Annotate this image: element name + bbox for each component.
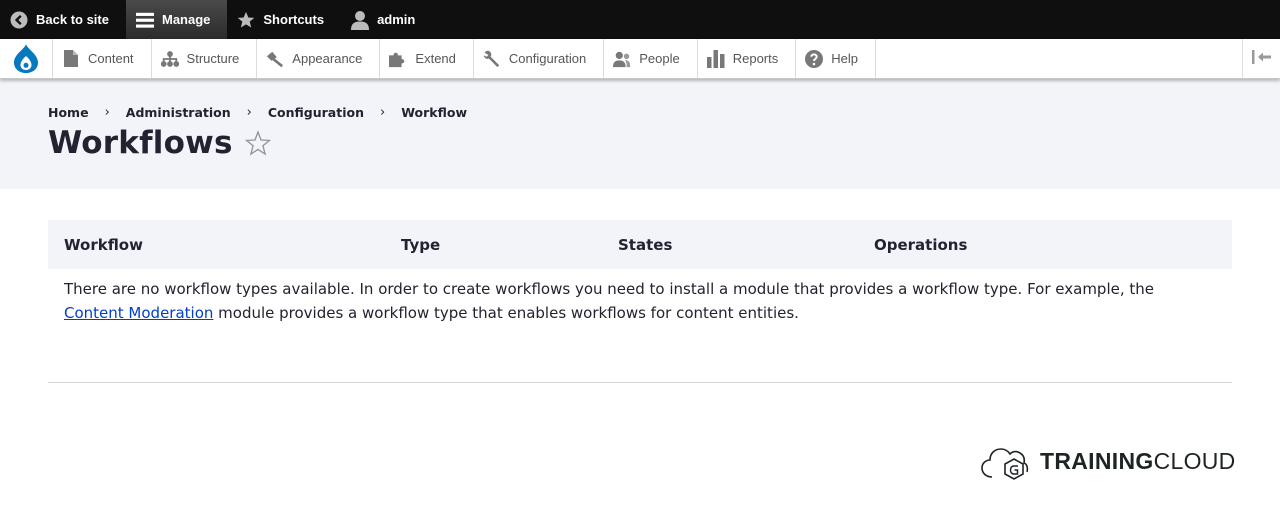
cloud-logo-icon (981, 448, 1029, 480)
tray-item-structure[interactable]: Structure (152, 39, 258, 78)
breadcrumb-configuration[interactable]: Configuration (268, 105, 364, 120)
back-to-site-link[interactable]: Back to site (0, 0, 126, 39)
star-icon (237, 11, 255, 29)
tray-spacer (876, 39, 1242, 78)
column-header-workflow: Workflow (64, 236, 143, 254)
breadcrumb-workflow[interactable]: Workflow (401, 105, 467, 120)
breadcrumb-home[interactable]: Home (48, 105, 89, 120)
user-tab[interactable]: admin (341, 0, 432, 39)
tray-item-label: Appearance (292, 51, 363, 66)
brand-name-bold: TRAINING (1040, 447, 1154, 474)
bar-chart-icon (706, 49, 725, 68)
page-title: Workflows (48, 125, 233, 161)
help-icon (805, 49, 824, 68)
user-icon (351, 10, 370, 30)
wrench-icon (483, 50, 501, 68)
column-header-type: Type (401, 236, 441, 254)
brand-name-light: CLOUD (1153, 447, 1236, 474)
page-header: Home › Administration › Configuration › … (0, 79, 1280, 189)
breadcrumb-separator-icon: › (246, 105, 252, 120)
manage-tab[interactable]: Manage (125, 0, 228, 39)
puzzle-icon (389, 50, 407, 68)
collapse-arrow-icon (1251, 49, 1272, 68)
table-empty-row: There are no workflow types available. I… (48, 269, 1232, 383)
tray-item-label: People (639, 51, 680, 66)
tray-item-label: Content (88, 51, 134, 66)
empty-message-text-end: module provides a workflow type that ena… (213, 304, 799, 322)
user-label: admin (377, 12, 416, 27)
hamburger-icon (135, 11, 154, 29)
tray-item-label: Configuration (508, 51, 587, 66)
shortcuts-label: Shortcuts (263, 12, 325, 27)
tray-item-people[interactable]: People (604, 39, 698, 78)
tray-item-label: Reports (732, 51, 779, 66)
breadcrumb-separator-icon: › (379, 105, 386, 120)
paintbrush-icon (266, 50, 284, 68)
tray-item-extend[interactable]: Extend (380, 39, 474, 78)
breadcrumb-separator-icon: › (104, 105, 110, 120)
shortcuts-tab[interactable]: Shortcuts (227, 0, 341, 39)
back-arrow-icon (10, 11, 28, 29)
tray-item-content[interactable]: Content (53, 39, 152, 78)
tray-item-label: Help (831, 51, 858, 66)
column-header-operations: Operations (874, 236, 968, 254)
training-cloud-logo: TRAININGCLOUD (980, 441, 1236, 481)
manage-label: Manage (161, 12, 211, 27)
admin-tray: Content Structure Appearance Extend Conf… (0, 39, 1280, 79)
content-moderation-link[interactable]: Content Moderation (64, 304, 213, 322)
admin-toolbar: Back to site Manage Shortcuts admin (0, 0, 1280, 39)
tray-item-appearance[interactable]: Appearance (257, 39, 381, 78)
empty-message-text: There are no workflow types available. I… (64, 280, 1154, 298)
tray-item-configuration[interactable]: Configuration (474, 39, 605, 78)
page-title-row: Workflows (48, 125, 271, 161)
add-shortcut-star-icon[interactable] (244, 130, 271, 156)
table-header: Workflow Type States Operations (48, 220, 1232, 269)
tray-item-reports[interactable]: Reports (698, 39, 797, 78)
brand-name: TRAININGCLOUD (1040, 448, 1236, 475)
people-icon (613, 50, 631, 68)
drupal-logo[interactable] (0, 39, 53, 78)
sitemap-icon (160, 50, 179, 68)
tray-item-label: Structure (186, 51, 240, 66)
tray-item-help[interactable]: Help (796, 39, 876, 78)
file-icon (62, 50, 80, 68)
workflows-table: Workflow Type States Operations There ar… (48, 220, 1232, 383)
tray-item-label: Extend (415, 51, 456, 66)
breadcrumb: Home › Administration › Configuration › … (48, 105, 467, 120)
tray-orientation-toggle[interactable] (1242, 39, 1280, 78)
breadcrumb-administration[interactable]: Administration (126, 105, 231, 120)
empty-message: There are no workflow types available. I… (64, 277, 1214, 325)
column-header-states: States (618, 236, 673, 254)
back-to-site-label: Back to site (36, 12, 109, 27)
